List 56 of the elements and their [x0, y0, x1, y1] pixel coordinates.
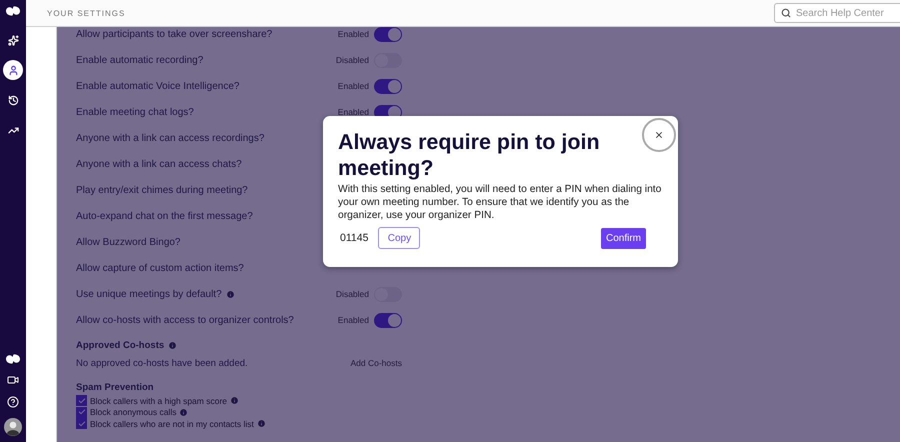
setting-status: Enabled — [338, 315, 369, 325]
setting-label: Anyone with a link can access recordings? — [76, 132, 264, 144]
user-icon — [8, 64, 18, 76]
setting-status: Enabled — [338, 81, 369, 91]
setting-label: Allow capture of custom action items? — [76, 262, 244, 274]
video-icon[interactable] — [7, 374, 19, 386]
close-button[interactable] — [642, 118, 676, 152]
section-title: Approved Co-hosts — [76, 340, 178, 350]
info-icon[interactable] — [256, 419, 266, 428]
checkbox[interactable] — [76, 406, 87, 418]
search-icon — [781, 8, 791, 18]
setting-label: Allow co-hosts with access to organizer controls? — [76, 314, 294, 326]
copy-button[interactable]: Copy — [378, 227, 420, 249]
setting-label: Allow Buzzword Bingo? — [76, 236, 180, 248]
add-cohosts-link[interactable]: Add Co-hosts — [350, 358, 402, 368]
checkbox-label: Block callers who are not in my contacts list — [90, 418, 254, 429]
setting-status: Disabled — [336, 289, 369, 299]
checkbox-label: Block callers with a high spam score — [90, 396, 228, 406]
close-icon — [654, 130, 664, 140]
sidebar-item[interactable] — [3, 60, 23, 80]
pin-number: 01145 — [340, 232, 368, 244]
setting-label: Allow participants to take over screenshare? — [76, 28, 272, 40]
setting-status: Enabled — [338, 29, 369, 39]
confirm-button[interactable]: Confirm — [601, 228, 646, 248]
setting-label: Anyone with a link can access chats? — [76, 158, 242, 170]
sparkles-icon — [8, 34, 18, 46]
trend-icon — [8, 124, 18, 136]
checkbox[interactable] — [76, 395, 87, 406]
info-icon[interactable] — [226, 290, 235, 298]
setting-label: Auto-expand chat on the first message? — [76, 210, 253, 222]
info-icon[interactable] — [230, 396, 240, 406]
setting-status: Disabled — [336, 55, 369, 65]
info-icon[interactable] — [179, 408, 188, 417]
checkbox[interactable] — [76, 418, 87, 430]
setting-status: Enabled — [338, 107, 369, 117]
info-icon[interactable] — [168, 340, 178, 350]
logo-icon[interactable] — [5, 354, 21, 364]
section-title: Spam Prevention — [76, 382, 154, 392]
dialog-title: Always require pin to join meeting? — [338, 129, 601, 181]
toggle-switch[interactable] — [374, 78, 402, 94]
empty-message: No approved co-hosts have been added. — [76, 358, 248, 368]
setting-label: Play entry/exit chimes during meeting? — [76, 184, 248, 196]
logo-icon[interactable] — [5, 6, 21, 16]
setting-label: Use unique meetings by default? — [76, 288, 235, 300]
toggle-switch[interactable] — [374, 312, 402, 328]
avatar[interactable] — [4, 418, 22, 436]
setting-label: Enable meeting chat logs? — [76, 106, 194, 118]
setting-label: Enable automatic Voice Intelligence? — [76, 80, 240, 92]
dialog-text: With this setting enabled, you will need to enter a PIN when dialing into your own meeting number. To ensure that we identify you as the organizer, use your organizer PIN. — [338, 183, 662, 222]
checkbox-label: Block anonymous calls — [90, 407, 176, 418]
search-field[interactable]: Search Help Center — [774, 3, 900, 23]
toggle-switch[interactable] — [374, 26, 402, 42]
page-title: YOUR SETTINGS — [47, 8, 126, 18]
history-icon — [8, 94, 18, 106]
help-icon[interactable] — [7, 396, 19, 408]
setting-label: Enable automatic recording? — [76, 54, 204, 66]
